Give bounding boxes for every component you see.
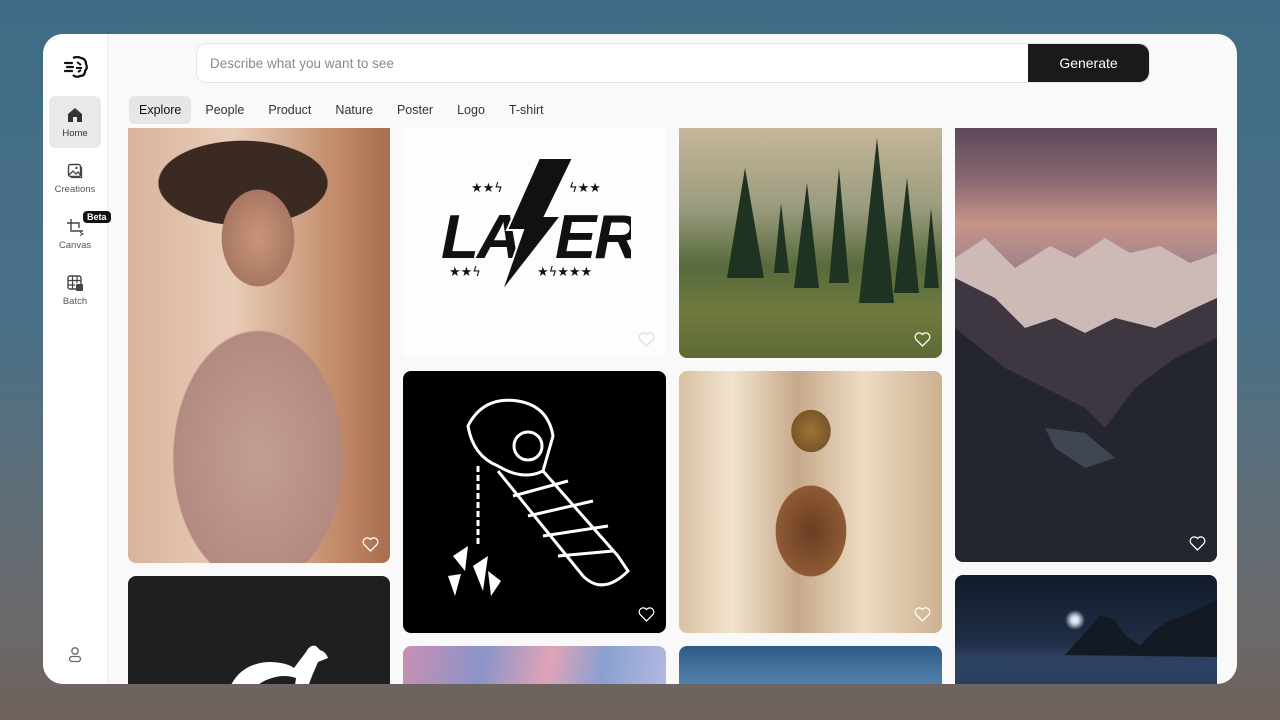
gallery-card-mountains[interactable] [955,128,1217,562]
tab-tshirt[interactable]: T-shirt [499,96,554,124]
tab-nature[interactable]: Nature [325,96,383,124]
sidebar-item-label: Creations [54,183,96,195]
heart-icon[interactable] [914,607,931,622]
svg-text:ER: ER [555,203,631,272]
gallery-card-portrait[interactable] [128,128,390,563]
beta-badge: Beta [83,211,111,223]
tab-logo[interactable]: Logo [447,96,495,124]
prompt-bar: Generate [196,43,1150,83]
svg-text:★★ϟ: ★★ϟ [471,181,503,196]
coast-cliffs-graphic [955,600,1217,684]
app-window: Home Creations Canvas Beta Batch Describ… [43,34,1237,684]
gallery-card-blue-gradient[interactable] [679,646,942,684]
heart-icon[interactable] [638,332,655,347]
tab-poster[interactable]: Poster [387,96,443,124]
image-icon [67,163,83,178]
kangaroo-logo-graphic [231,645,328,684]
prompt-input[interactable] [197,44,1029,82]
tab-product[interactable]: Product [258,96,321,124]
gallery-card-forest[interactable] [679,128,942,358]
svg-text:★★ϟ: ★★ϟ [449,265,481,280]
sidebar-item-label: Home [62,127,88,139]
gauntlet-graphic [448,398,630,596]
sidebar-item-home[interactable]: Home [49,96,101,148]
gallery-card-gauntlet[interactable] [403,371,666,633]
svg-text:★ϟ★★★: ★ϟ★★★ [537,265,592,280]
sidebar-item-batch[interactable]: Batch [49,264,101,316]
sidebar-item-canvas[interactable]: Canvas Beta [49,208,111,260]
category-tabs: Explore People Product Nature Poster Log… [129,96,554,124]
svg-text:LA: LA [441,203,520,272]
tab-explore[interactable]: Explore [129,96,192,124]
heart-icon[interactable] [638,607,655,622]
grid-image-icon [67,274,83,291]
sidebar-item-label: Canvas [58,239,92,251]
sidebar-item-label: Batch [62,295,88,307]
lazer-logo-graphic: LA ER ★★ϟ ϟ★★ ★★ϟ ★ϟ★★★ [441,158,631,293]
user-icon[interactable] [67,646,83,664]
brain-logo-icon[interactable] [63,54,89,80]
mountain-range-graphic [955,238,1217,562]
canvas-crop-icon [67,218,84,236]
gallery-card-kangaroo-logo[interactable] [128,576,390,684]
pine-trees-graphic [727,138,939,303]
gallery-card-pastel-gradient[interactable] [403,646,666,684]
sidebar-item-creations[interactable]: Creations [49,152,101,204]
gallery-card-lazer-logo[interactable]: LA ER ★★ϟ ϟ★★ ★★ϟ ★ϟ★★★ [403,128,666,358]
heart-icon[interactable] [1189,536,1206,551]
home-icon [68,107,82,122]
tab-people[interactable]: People [195,96,254,124]
heart-icon[interactable] [362,537,379,552]
svg-text:ϟ★★: ϟ★★ [569,181,601,196]
heart-icon[interactable] [914,332,931,347]
gallery-card-moonlit-coast[interactable] [955,575,1217,684]
generate-button[interactable]: Generate [1028,44,1149,82]
gallery-card-perfume[interactable] [679,371,942,633]
sidebar: Home Creations Canvas Beta Batch [43,34,111,684]
